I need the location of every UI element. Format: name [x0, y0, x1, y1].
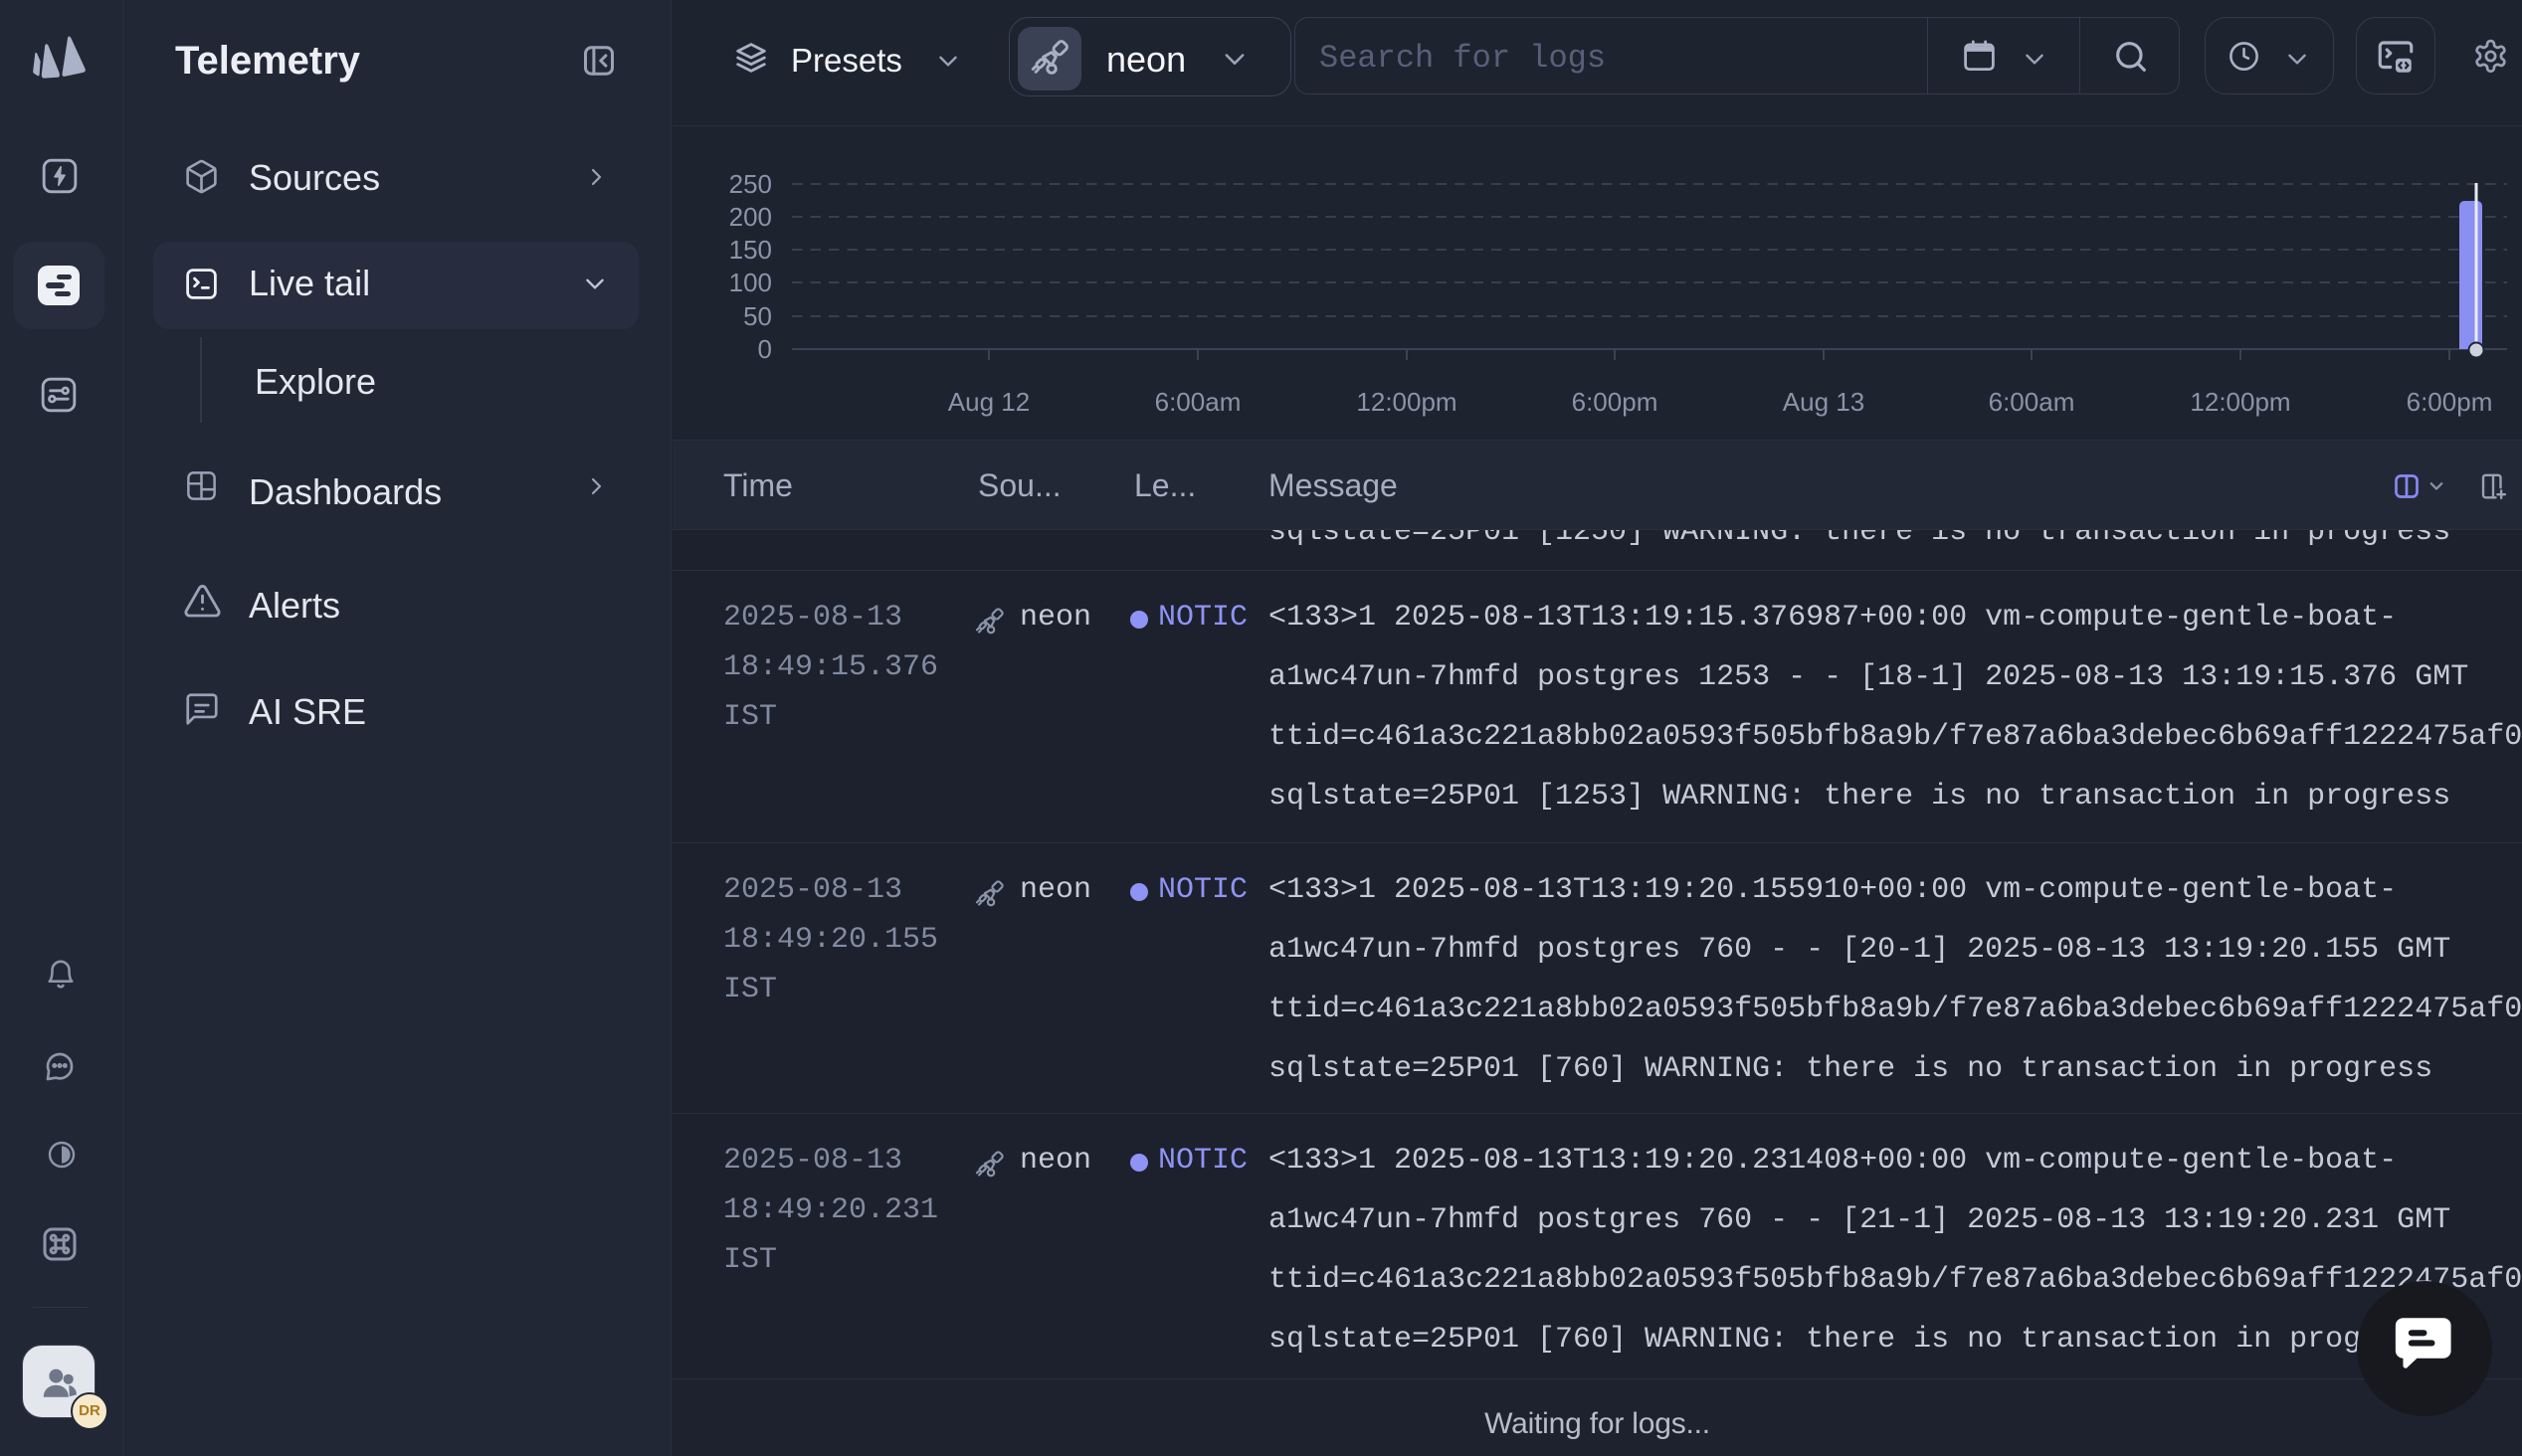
svg-text:12:00pm: 12:00pm: [1356, 387, 1456, 417]
svg-text:6:00pm: 6:00pm: [1572, 387, 1658, 417]
svg-text:Aug 12: Aug 12: [948, 387, 1030, 417]
svg-text:150: 150: [729, 235, 772, 265]
svg-text:12:00pm: 12:00pm: [2190, 387, 2290, 417]
svg-text:250: 250: [729, 169, 772, 199]
svg-text:0: 0: [758, 334, 772, 364]
svg-text:100: 100: [729, 268, 772, 297]
svg-text:50: 50: [743, 301, 772, 331]
svg-text:6:00pm: 6:00pm: [2407, 387, 2493, 417]
svg-text:Aug 13: Aug 13: [1783, 387, 1864, 417]
svg-text:6:00am: 6:00am: [1989, 387, 2075, 417]
svg-text:6:00am: 6:00am: [1155, 387, 1242, 417]
svg-text:200: 200: [729, 202, 772, 232]
